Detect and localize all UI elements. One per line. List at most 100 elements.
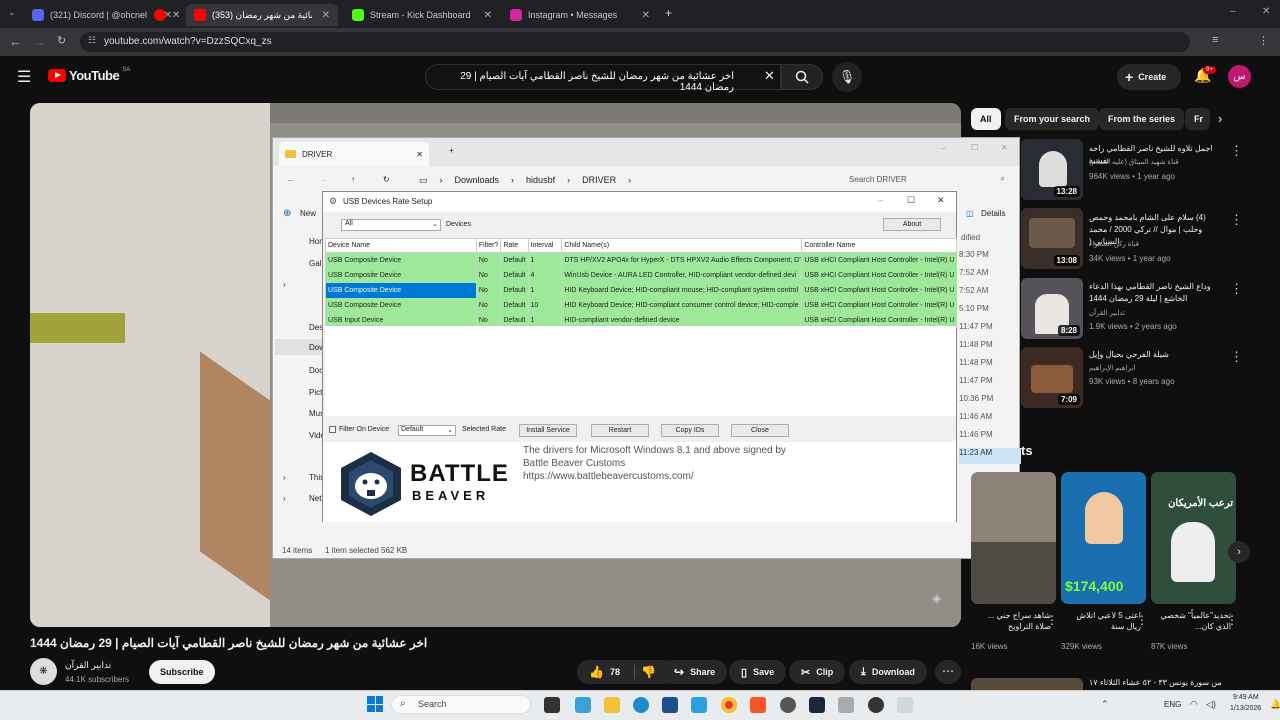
breadcrumb[interactable]: ▭ › Downloads › hidusbf › DRIVER › [411, 170, 835, 190]
more-options-icon[interactable]: ⋮ [1230, 212, 1243, 228]
store-icon[interactable] [662, 697, 678, 713]
table-row[interactable]: USB Composite Device No Default 1 DTS HP/XV2… [325, 252, 957, 268]
chip-partial[interactable]: Fr [1185, 108, 1210, 130]
save-button[interactable]: ▯ Save [729, 660, 787, 684]
install-service-button[interactable]: Install Service [519, 424, 577, 437]
close-icon[interactable]: ✕ [642, 10, 650, 21]
expand-chevron-icon[interactable]: › [283, 280, 286, 289]
address-input[interactable]: ☷ youtube.com/watch?v=DzzSQCxq_zs [80, 32, 1190, 52]
filter-on-device-checkbox[interactable] [329, 426, 336, 433]
next-thumbnail[interactable] [971, 678, 1083, 690]
chip-from-your-search[interactable]: From your search [1005, 108, 1100, 130]
channel-avatar[interactable]: ❋ [30, 658, 57, 685]
close-dialog-button[interactable]: Close [731, 424, 789, 437]
column-header[interactable]: Child Name(s) [561, 238, 803, 253]
maximize-button[interactable]: ☐ [971, 143, 978, 152]
subscribe-button[interactable]: Subscribe [149, 660, 215, 684]
chip-all[interactable]: All [971, 108, 1001, 130]
short-thumbnail[interactable]: ترعب الأمريكان [1151, 472, 1236, 604]
breadcrumb-driver[interactable]: DRIVER [582, 175, 616, 185]
rec-channel[interactable]: تدابير القرآن [1089, 309, 1225, 317]
column-header[interactable]: Rate [500, 238, 529, 253]
rec-channel[interactable]: ابراهيم الإبراهيم [1089, 364, 1225, 372]
more-options-icon[interactable]: ⋮ [1046, 613, 1058, 627]
details-button[interactable]: Details [981, 209, 1005, 218]
close-icon[interactable]: ✕ [172, 10, 180, 21]
back-icon[interactable]: ← [287, 175, 295, 184]
outlook-icon[interactable] [691, 697, 707, 713]
close-button[interactable]: ✕ [1001, 143, 1008, 152]
column-header[interactable]: Controller Name [801, 238, 957, 253]
task-view-icon[interactable] [544, 697, 560, 713]
short-title[interactable]: تحديد"عالمياً" شخصي الذي كان... [1151, 610, 1231, 632]
obs-icon[interactable] [780, 697, 796, 713]
start-button[interactable] [367, 696, 383, 712]
expand-chevron-icon[interactable]: › [283, 494, 286, 503]
dislike-icon[interactable]: 👎 [641, 665, 656, 679]
chevron-right-icon[interactable]: › [1218, 111, 1222, 126]
widgets-icon[interactable] [575, 697, 591, 713]
short-title[interactable]: شاهد سراج جني ... صلاة التراويح [971, 610, 1051, 632]
create-button[interactable]: + Create [1117, 64, 1181, 90]
tab-kick[interactable]: Stream - Kick Dashboard ✕ [344, 4, 500, 26]
brave-icon[interactable] [750, 697, 766, 713]
account-avatar[interactable]: س [1228, 65, 1251, 88]
table-row[interactable]: USB Composite Device No Default 10 HID Keybo… [325, 297, 957, 313]
file-explorer-icon[interactable] [604, 697, 620, 713]
window-close-button[interactable]: ✕ [1262, 6, 1270, 17]
up-icon[interactable]: ↑ [351, 175, 355, 184]
site-info-icon[interactable]: ☷ [88, 35, 96, 46]
details-pane-icon[interactable]: ◫ [966, 209, 974, 218]
breadcrumb-hidusbf[interactable]: hidusbf [526, 175, 555, 185]
steam-icon[interactable] [809, 697, 825, 713]
app-icon[interactable] [838, 697, 854, 713]
short-thumbnail[interactable]: $174,400 [1061, 472, 1146, 604]
clip-button[interactable]: ✂ Clip [789, 660, 846, 684]
close-icon[interactable]: ✕ [416, 150, 423, 159]
table-row-selected[interactable]: USB Composite Device No Default 1 HID Keyboa… [325, 282, 957, 298]
short-thumbnail[interactable] [971, 472, 1056, 604]
language-indicator[interactable]: ENG [1164, 700, 1181, 709]
download-button[interactable]: ⤓ Download [849, 660, 927, 684]
new-icon[interactable]: ⊕ [283, 208, 291, 219]
share-button[interactable]: ↪ Share [662, 660, 728, 684]
like-count[interactable]: 78 [610, 667, 620, 677]
tab-youtube-active[interactable]: (353) اخر عشائية من شهر رمضان ✕ [186, 4, 338, 26]
rec-thumbnail[interactable]: 13:28 [1021, 139, 1083, 200]
rec-channel[interactable]: قناة ركن الشعراء [1089, 240, 1225, 248]
breadcrumb-downloads[interactable]: Downloads [455, 175, 500, 185]
expand-chevron-icon[interactable]: › [283, 473, 286, 482]
volume-icon[interactable]: ◁) [1206, 699, 1216, 710]
edge-icon[interactable] [633, 697, 649, 713]
column-header[interactable]: Interval [527, 238, 563, 253]
like-icon[interactable]: 👍 [589, 665, 604, 679]
usb-tool-icon[interactable] [897, 697, 913, 713]
minimize-button[interactable]: – [941, 144, 945, 153]
column-header-modified[interactable]: dified [961, 233, 980, 242]
device-filter-combo[interactable]: All ⌄ [341, 219, 441, 231]
explorer-tab[interactable]: DRIVER ✕ [279, 142, 429, 166]
clock-time[interactable]: 9:49 AM [1233, 694, 1259, 701]
forward-icon[interactable]: → [33, 34, 46, 49]
maximize-button[interactable]: ☐ [907, 195, 915, 206]
more-actions-button[interactable]: ⋯ [935, 660, 961, 684]
column-header[interactable]: Filter? [475, 238, 502, 253]
restart-button[interactable]: Restart [591, 424, 649, 437]
tray-overflow-icon[interactable]: ⌃ [1101, 699, 1109, 710]
rate-combo[interactable]: Default ⌄ [398, 425, 456, 436]
menu-icon[interactable]: ⋮ [1258, 34, 1269, 47]
close-button[interactable]: ✕ [937, 195, 945, 206]
youtube-logo[interactable]: YouTube SA [48, 67, 130, 83]
minimize-button[interactable]: – [1230, 6, 1236, 17]
tab-search-icon[interactable]: ⌄ [8, 7, 16, 18]
clear-search-icon[interactable]: ✕ [764, 68, 775, 84]
tab-list-icon[interactable]: ≡ [1212, 34, 1218, 46]
rec-thumbnail[interactable]: 7:09 [1021, 347, 1083, 408]
voice-search-button[interactable]: 🎙 [832, 62, 862, 92]
refresh-icon[interactable]: ↻ [383, 175, 390, 184]
new-tab-button[interactable]: + [449, 146, 454, 155]
taskbar-search-input[interactable]: ⌕ Search [391, 695, 531, 714]
notifications-icon[interactable]: 🔔 [1270, 699, 1280, 710]
info-link[interactable]: https://www.battlebeavercustoms.com/ [523, 471, 694, 482]
sidebar-item-pictures[interactable]: Pict [309, 388, 322, 397]
